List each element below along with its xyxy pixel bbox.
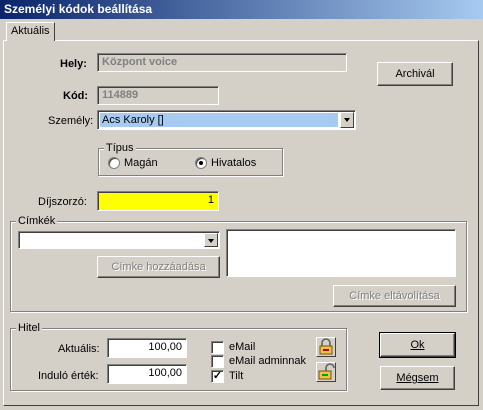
radio-hivatalos[interactable] xyxy=(195,157,207,169)
dijszorzo-input[interactable]: 1 xyxy=(97,191,219,211)
cimkek-title: Címkék xyxy=(16,215,58,227)
title-bar: Személyi kódok beállítása xyxy=(0,0,483,19)
tab-aktualis[interactable]: Aktuális xyxy=(6,22,55,41)
kod-field: 114889 xyxy=(97,86,219,105)
cimke-select[interactable] xyxy=(18,231,220,249)
unlock-button[interactable] xyxy=(316,362,336,382)
tilt-checkbox[interactable]: ✓ xyxy=(211,370,224,383)
aktualis-input[interactable]: 100,00 xyxy=(107,338,187,358)
tilt-label: Tilt xyxy=(229,370,244,382)
radio-magan[interactable] xyxy=(108,157,120,169)
cancel-button[interactable]: Mégsem xyxy=(380,366,455,390)
szemely-select-value: Acs Karoly [] xyxy=(100,113,338,127)
hely-field: Központ voice xyxy=(97,53,347,72)
lock-button[interactable] xyxy=(316,337,336,357)
indulo-label: Induló érték: xyxy=(38,370,99,382)
add-tag-button[interactable]: Címke hozzáadása xyxy=(97,256,220,278)
email-admin-label: eMail adminnak xyxy=(229,355,307,367)
chevron-down-icon[interactable] xyxy=(204,233,218,247)
radio-magan-label: Magán xyxy=(124,157,158,169)
szemely-select[interactable]: Acs Karoly [] xyxy=(97,110,356,130)
email-label: eMail xyxy=(229,341,256,353)
email-checkbox[interactable] xyxy=(211,341,224,354)
hitel-title: Hitel xyxy=(16,322,43,334)
indulo-input[interactable]: 100,00 xyxy=(107,364,187,384)
cancel-button-label: Mégsem xyxy=(396,372,439,384)
ok-button[interactable]: Ok xyxy=(379,332,456,358)
radio-hivatalos-label: Hivatalos xyxy=(211,157,257,169)
ok-button-label: Ok xyxy=(410,339,425,351)
aktualis-label: Aktuális: xyxy=(58,343,100,355)
dijszorzo-label: Díjszorzó: xyxy=(38,196,87,208)
hely-label: Hely: xyxy=(60,58,87,70)
szemely-label: Személy: xyxy=(48,115,94,127)
kod-label: Kód: xyxy=(63,90,89,102)
dialog-window: Személyi kódok beállítása Aktuális Hely:… xyxy=(0,0,483,410)
unlock-icon xyxy=(318,363,335,380)
lock-icon xyxy=(319,338,333,355)
email-admin-checkbox[interactable] xyxy=(211,355,224,368)
archival-button[interactable]: Archivál xyxy=(377,62,453,86)
remove-tag-button[interactable]: Címke eltávolítása xyxy=(333,285,456,307)
tag-list[interactable] xyxy=(226,229,456,277)
chevron-down-icon[interactable] xyxy=(340,112,354,128)
tipus-title: Típus xyxy=(104,142,136,154)
